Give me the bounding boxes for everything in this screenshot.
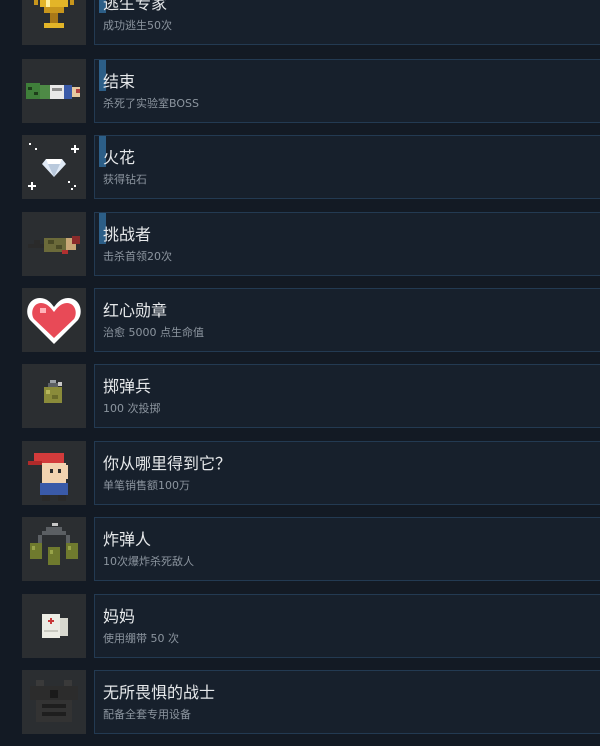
achievement-title: 无所畏惧的战士 bbox=[103, 683, 216, 702]
achievement-description: 获得钻石 bbox=[103, 173, 147, 186]
bandage-icon bbox=[22, 594, 86, 658]
armor-vest-icon bbox=[22, 670, 86, 734]
achievement-title: 妈妈 bbox=[103, 607, 136, 626]
achievement-description: 100 次投掷 bbox=[103, 402, 161, 415]
red-cap-character-icon bbox=[22, 441, 86, 505]
achievement-title: 红心勋章 bbox=[103, 301, 168, 320]
achievement-panel: 红心勋章 治愈 5000 点生命值 bbox=[94, 288, 600, 352]
achievement-row[interactable]: 结束 杀死了实验室BOSS bbox=[0, 59, 600, 135]
achievement-panel: 无所畏惧的战士 配备全套专用设备 bbox=[94, 670, 600, 734]
achievement-row[interactable]: 你从哪里得到它？ 单笔销售额100万 bbox=[0, 441, 600, 517]
achievement-description: 击杀首领20次 bbox=[103, 250, 172, 263]
achievement-title: 你从哪里得到它？ bbox=[103, 454, 232, 473]
heart-icon bbox=[22, 288, 86, 352]
achievement-description: 10次爆炸杀死敌人 bbox=[103, 555, 194, 568]
achievement-row[interactable]: 红心勋章 治愈 5000 点生命值 bbox=[0, 288, 600, 364]
achievement-panel: 火花 获得钻石 bbox=[94, 135, 600, 199]
achievement-title: 结束 bbox=[103, 72, 136, 91]
achievement-row[interactable]: 掷弹兵 100 次投掷 bbox=[0, 364, 600, 440]
achievement-row[interactable]: 妈妈 使用绷带 50 次 bbox=[0, 594, 600, 670]
achievement-title: 挑战者 bbox=[103, 225, 152, 244]
fallen-zombie-icon bbox=[22, 59, 86, 123]
fallen-soldier-icon bbox=[22, 212, 86, 276]
achievement-panel: 掷弹兵 100 次投掷 bbox=[94, 364, 600, 428]
achievement-panel: 你从哪里得到它？ 单笔销售额100万 bbox=[94, 441, 600, 505]
triple-grenade-icon bbox=[22, 517, 86, 581]
achievement-title: 逃生专家 bbox=[103, 0, 168, 13]
achievement-panel: 挑战者 击杀首领20次 bbox=[94, 212, 600, 276]
achievement-row[interactable]: 炸弹人 10次爆炸杀死敌人 bbox=[0, 517, 600, 593]
achievement-title: 掷弹兵 bbox=[103, 377, 152, 396]
achievement-description: 使用绷带 50 次 bbox=[103, 632, 179, 645]
achievement-description: 成功逃生50次 bbox=[103, 19, 172, 32]
achievement-description: 单笔销售额100万 bbox=[103, 479, 190, 492]
grenade-icon bbox=[22, 364, 86, 428]
achievement-panel: 结束 杀死了实验室BOSS bbox=[94, 59, 600, 123]
achievement-row[interactable]: 无所畏惧的战士 配备全套专用设备 bbox=[0, 670, 600, 746]
achievement-description: 杀死了实验室BOSS bbox=[103, 97, 199, 110]
achievement-panel: 逃生专家 成功逃生50次 bbox=[94, 0, 600, 45]
achievement-description: 治愈 5000 点生命值 bbox=[103, 326, 204, 339]
achievement-row[interactable]: 火花 获得钻石 bbox=[0, 135, 600, 211]
achievement-title: 火花 bbox=[103, 148, 136, 167]
achievement-title: 炸弹人 bbox=[103, 530, 152, 549]
achievement-panel: 妈妈 使用绷带 50 次 bbox=[94, 594, 600, 658]
achievement-row[interactable]: 挑战者 击杀首领20次 bbox=[0, 212, 600, 288]
achievement-panel: 炸弹人 10次爆炸杀死敌人 bbox=[94, 517, 600, 581]
achievement-description: 配备全套专用设备 bbox=[103, 708, 191, 721]
achievement-row[interactable]: 逃生专家 成功逃生50次 bbox=[0, 0, 600, 57]
trophy-icon bbox=[22, 0, 86, 45]
diamond-sparkle-icon bbox=[22, 135, 86, 199]
